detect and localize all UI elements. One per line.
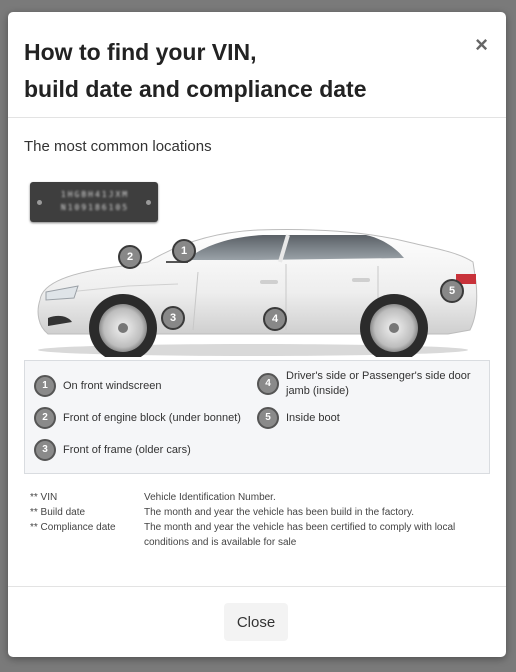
modal-header: How to find your VIN, build date and com… <box>8 12 506 118</box>
legend-item: 3 Front of frame (older cars) <box>34 439 249 461</box>
location-marker-5: 5 <box>440 279 464 303</box>
definition-term: ** VIN <box>30 492 58 503</box>
legend-number: 3 <box>34 439 56 461</box>
modal-title-line-2: build date and compliance date <box>24 76 367 102</box>
legend-label: Driver's side or Passenger's side door j… <box>286 370 471 397</box>
definition-desc: The month and year the vehicle has been … <box>144 522 456 548</box>
legend-number: 5 <box>257 407 279 429</box>
definition-desc: The month and year the vehicle has been … <box>144 507 414 518</box>
modal-title-line-1: How to find your VIN, <box>24 39 257 65</box>
vin-plate-text: 1HGBH41JXM N109186105 <box>52 188 138 214</box>
definition-term: ** Compliance date <box>30 522 116 533</box>
legend-item: 1 On front windscreen <box>34 375 249 397</box>
rivet-icon <box>37 200 42 205</box>
close-button[interactable]: Close <box>224 603 288 641</box>
definition-row: ** Build date The month and year the veh… <box>30 505 474 520</box>
legend-item: 2 Front of engine block (under bonnet) <box>34 407 264 429</box>
definition-term: ** Build date <box>30 507 86 518</box>
definition-desc: Vehicle Identification Number. <box>144 492 276 503</box>
definition-row: ** VIN Vehicle Identification Number. <box>30 490 474 505</box>
vin-plate-image: 1HGBH41JXM N109186105 <box>30 182 158 222</box>
location-marker-3: 3 <box>161 306 185 330</box>
section-subtitle: The most common locations <box>24 138 212 155</box>
vin-plate-line-1: 1HGBH41JXM <box>60 190 130 199</box>
legend-item: 5 Inside boot <box>257 407 457 429</box>
legend-number: 2 <box>34 407 56 429</box>
modal-footer: Close <box>8 586 506 657</box>
location-marker-1: 1 <box>172 239 196 263</box>
legend-item: 4 Driver's side or Passenger's side door… <box>257 369 482 399</box>
vin-plate-line-2: N109186105 <box>60 203 130 212</box>
location-marker-4: 4 <box>263 307 287 331</box>
car-illustration <box>37 229 478 357</box>
legend-label: On front windscreen <box>63 380 162 392</box>
definitions-list: ** VIN Vehicle Identification Number. **… <box>30 490 474 550</box>
rivet-icon <box>146 200 151 205</box>
definition-row: ** Compliance date The month and year th… <box>30 520 474 550</box>
legend-label: Front of frame (older cars) <box>63 444 191 456</box>
legend-number: 4 <box>257 373 279 395</box>
location-legend: 1 On front windscreen 2 Front of engine … <box>24 360 490 474</box>
close-icon[interactable]: × <box>475 34 488 56</box>
location-marker-2: 2 <box>118 245 142 269</box>
modal-title: How to find your VIN, build date and com… <box>24 34 424 108</box>
legend-label: Inside boot <box>286 412 340 424</box>
vin-info-modal: How to find your VIN, build date and com… <box>8 12 506 657</box>
legend-label: Front of engine block (under bonnet) <box>63 412 241 424</box>
legend-number: 1 <box>34 375 56 397</box>
